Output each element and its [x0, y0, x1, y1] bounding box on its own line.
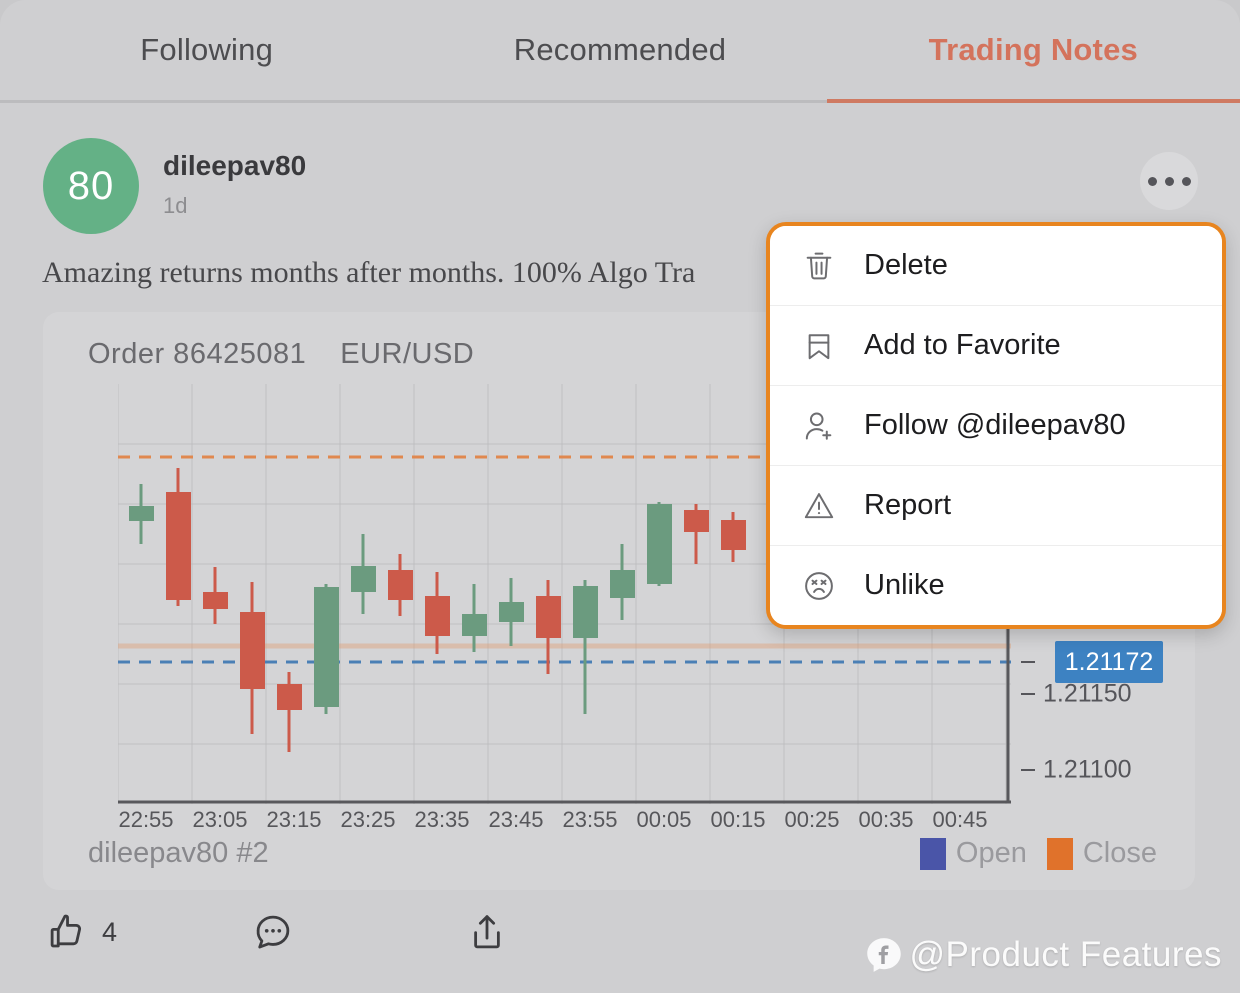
ellipsis-dot	[1164, 176, 1174, 186]
watermark: @Product Features	[864, 935, 1223, 975]
menu-item-report[interactable]: Report	[770, 466, 1222, 546]
candle	[314, 584, 339, 714]
watermark-text: @Product Features	[909, 935, 1222, 974]
x-axis-labels: 22:55 23:05 23:15 23:25 23:35 23:45 23:5…	[118, 807, 1011, 841]
avatar[interactable]: 80	[43, 138, 139, 234]
menu-item-label: Report	[864, 489, 952, 521]
chart-footer-name: dileepav80 #2	[88, 837, 269, 869]
menu-item-follow-user[interactable]: Follow @dileepav80	[770, 386, 1222, 466]
legend-item-close: Close	[1046, 837, 1157, 870]
post-timestamp: 1d	[163, 193, 188, 218]
ellipsis-dot	[1181, 176, 1191, 186]
y-tickmark	[1021, 693, 1035, 695]
menu-item-label: Follow @dileepav80	[864, 409, 1126, 441]
x-tick: 00:15	[710, 807, 766, 832]
x-tick: 23:05	[192, 807, 248, 832]
x-tick: 22:55	[118, 807, 174, 832]
tab-following[interactable]: Following	[0, 0, 413, 100]
trash-icon	[800, 247, 838, 285]
x-tick: 23:15	[266, 807, 322, 832]
x-tick: 00:25	[784, 807, 840, 832]
chart-legend: Open Close	[919, 837, 1157, 870]
x-tick: 23:55	[562, 807, 618, 832]
warning-triangle-icon	[800, 487, 838, 525]
menu-item-add-to-favorite[interactable]: Add to Favorite	[770, 306, 1222, 386]
chart-order-label: Order 86425081	[88, 338, 307, 370]
ellipsis-icon[interactable]	[1140, 152, 1198, 210]
menu-item-unlike[interactable]: Unlike	[770, 546, 1222, 625]
menu-item-delete[interactable]: Delete	[770, 226, 1222, 306]
current-price-badge: 1.21172	[1055, 641, 1163, 683]
x-tick: 00:05	[636, 807, 692, 832]
legend-label-close: Close	[1082, 837, 1157, 869]
legend-swatch-open	[919, 837, 946, 870]
menu-item-label: Delete	[864, 249, 948, 281]
x-tick: 00:35	[858, 807, 914, 832]
y-tick: 1.21150	[1043, 679, 1132, 708]
x-tick: 23:45	[488, 807, 544, 832]
y-tick: 1.21100	[1043, 755, 1132, 784]
like-count: 4	[102, 916, 118, 947]
comment-button[interactable]	[252, 911, 294, 953]
thumbs-up-icon	[50, 914, 81, 948]
share-button[interactable]	[466, 911, 508, 953]
avatar-label: 80	[67, 163, 115, 208]
x-tick: 23:35	[414, 807, 470, 832]
ellipsis-dot	[1147, 176, 1157, 186]
menu-item-label: Add to Favorite	[864, 329, 1061, 361]
tab-recommended[interactable]: Recommended	[413, 0, 826, 100]
share-upload-icon	[474, 915, 500, 949]
chart-symbol: EUR/USD	[340, 338, 475, 370]
tab-bar: Following Recommended Trading Notes	[0, 0, 1240, 103]
candle	[647, 502, 672, 586]
x-tick: 23:25	[340, 807, 396, 832]
post-username[interactable]: dileepav80	[163, 150, 306, 182]
like-button[interactable]: 4	[46, 911, 117, 953]
sad-face-icon	[800, 567, 838, 605]
x-tick: 00:45	[932, 807, 988, 832]
menu-item-label: Unlike	[864, 569, 945, 601]
context-menu[interactable]: Delete Add to Favorite Follow @dileepav8…	[766, 222, 1226, 629]
bookmark-icon	[800, 327, 838, 365]
legend-swatch-close	[1046, 837, 1073, 870]
legend-item-open: Open	[919, 837, 1027, 870]
app-root: Following Recommended Trading Notes 80 d…	[0, 0, 1240, 993]
f-logo-icon	[866, 938, 901, 972]
legend-label-open: Open	[955, 837, 1027, 869]
person-add-icon	[800, 407, 838, 445]
y-tickmark	[1021, 769, 1035, 771]
comment-bubble-icon	[256, 915, 290, 949]
chart-title: Order 86425081 EUR/USD	[88, 338, 474, 371]
tab-trading-notes[interactable]: Trading Notes	[826, 0, 1240, 103]
y-tickmark	[1021, 661, 1035, 663]
